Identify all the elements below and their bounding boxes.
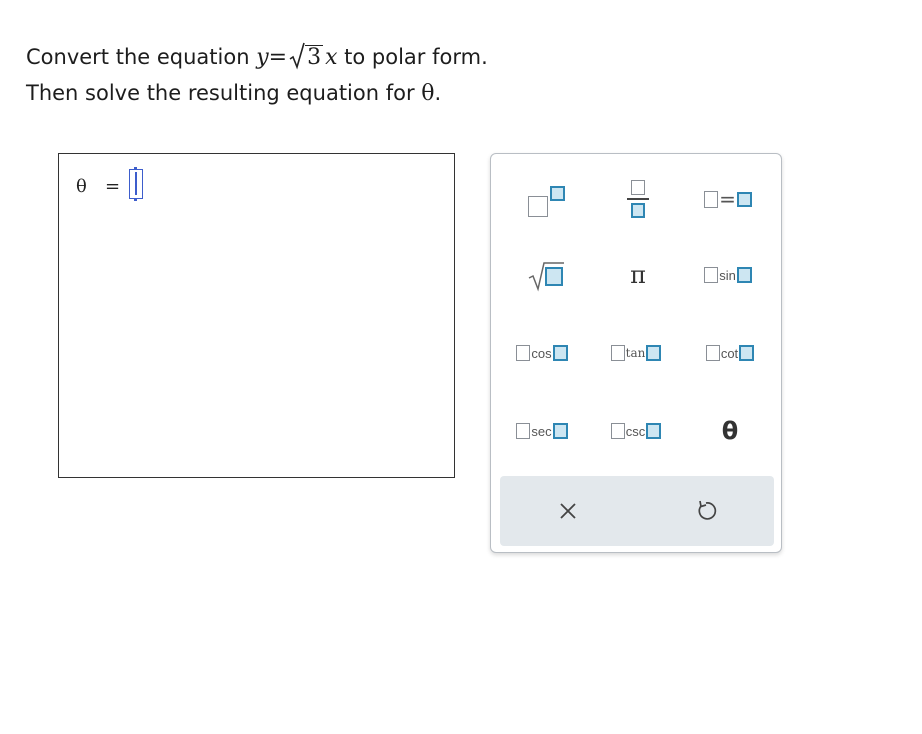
undo-icon bbox=[698, 500, 717, 520]
argument-placeholder-icon bbox=[552, 423, 568, 439]
exponent-placeholder-icon bbox=[549, 185, 565, 201]
fraction-button[interactable] bbox=[603, 174, 673, 224]
radical-sign-icon bbox=[289, 42, 305, 70]
prompt-line-1: Convert the equation y= 3 x to polar form. bbox=[26, 42, 488, 70]
sqrt-icon bbox=[528, 262, 564, 292]
cot-label: cot bbox=[720, 345, 739, 361]
argument-placeholder-icon bbox=[646, 423, 662, 439]
cos-button[interactable]: cos bbox=[507, 328, 577, 378]
theta-button[interactable]: θ bbox=[695, 406, 765, 456]
prompt-text-end: to polar form. bbox=[337, 45, 488, 69]
pi-button[interactable]: π bbox=[603, 250, 673, 300]
csc-label: csc bbox=[625, 423, 646, 439]
answer-equals: = bbox=[105, 176, 121, 197]
placeholder-icon bbox=[704, 267, 719, 283]
var-y: y bbox=[256, 45, 269, 70]
prompt-text: Convert the equation bbox=[26, 45, 257, 69]
placeholder-icon bbox=[705, 345, 720, 361]
placeholder-icon bbox=[610, 345, 625, 361]
lhs-placeholder-icon bbox=[704, 190, 719, 208]
math-keypad: = π sin cos tan cot sec csc θ bbox=[490, 153, 782, 553]
exponent-button[interactable] bbox=[511, 174, 581, 224]
sin-label: sin bbox=[719, 267, 736, 283]
keypad-action-bar bbox=[500, 476, 774, 546]
csc-button[interactable]: csc bbox=[601, 406, 671, 456]
tan-button[interactable]: tan bbox=[601, 328, 671, 378]
base-placeholder-icon bbox=[527, 195, 548, 217]
denominator-placeholder-icon bbox=[631, 202, 645, 218]
equals-symbol: = bbox=[719, 187, 736, 211]
argument-placeholder-icon bbox=[739, 345, 755, 361]
placeholder-icon bbox=[610, 423, 625, 439]
clear-button[interactable] bbox=[528, 486, 608, 536]
radicand: 3 bbox=[305, 45, 324, 70]
argument-placeholder-icon bbox=[646, 345, 662, 361]
prompt-line-2: Then solve the resulting equation for θ. bbox=[26, 81, 441, 106]
pi-symbol: π bbox=[630, 261, 646, 289]
sin-button[interactable]: sin bbox=[693, 250, 763, 300]
cos-label: cos bbox=[531, 345, 552, 361]
argument-placeholder-icon bbox=[736, 267, 752, 283]
prompt-text: Then solve the resulting equation for bbox=[26, 81, 422, 105]
rhs-placeholder-icon bbox=[736, 191, 752, 207]
theta-symbol: θ bbox=[421, 81, 435, 106]
theta-symbol: θ bbox=[721, 417, 739, 445]
var-x: x bbox=[325, 45, 338, 70]
sec-label: sec bbox=[531, 423, 552, 439]
argument-placeholder-icon bbox=[552, 345, 568, 361]
answer-lhs: θ bbox=[76, 176, 87, 197]
tan-label: tan bbox=[625, 346, 646, 360]
cot-button[interactable]: cot bbox=[695, 328, 765, 378]
fraction-icon bbox=[627, 180, 649, 218]
equation-button[interactable]: = bbox=[693, 174, 763, 224]
sec-button[interactable]: sec bbox=[507, 406, 577, 456]
period: . bbox=[434, 81, 442, 105]
equals-sign: = bbox=[268, 45, 288, 70]
close-icon bbox=[560, 503, 576, 519]
sqrt-expression: 3 bbox=[287, 42, 324, 70]
placeholder-icon bbox=[516, 345, 531, 361]
undo-button[interactable] bbox=[666, 486, 746, 536]
fraction-bar bbox=[627, 198, 649, 200]
sqrt-button[interactable] bbox=[511, 250, 581, 300]
numerator-placeholder-icon bbox=[631, 180, 645, 196]
text-cursor bbox=[135, 172, 137, 195]
placeholder-icon bbox=[516, 423, 531, 439]
answer-input-slot[interactable] bbox=[129, 167, 143, 201]
answer-input-area[interactable]: θ = bbox=[58, 153, 455, 478]
